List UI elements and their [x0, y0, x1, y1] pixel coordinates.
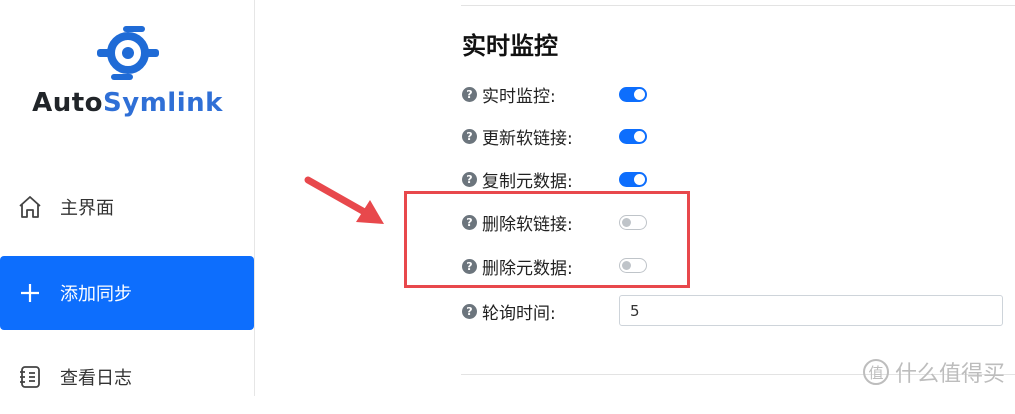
divider — [461, 5, 1015, 6]
section-title: 实时监控 — [462, 32, 558, 60]
copy-metadata-toggle[interactable] — [619, 172, 647, 187]
setting-label: 删除元数据: — [482, 258, 573, 279]
sidebar-item-add-sync[interactable]: 添加同步 — [0, 256, 254, 330]
log-icon — [16, 363, 44, 391]
sidebar: AutoSymlink 主界面 添加同步 查看日志 — [0, 0, 255, 396]
delete-metadata-toggle[interactable] — [619, 258, 647, 273]
delete-symlink-toggle[interactable] — [619, 215, 647, 230]
setting-row-delete-symlink: ? 删除软链接: — [462, 207, 573, 237]
sidebar-item-home[interactable]: 主界面 — [0, 170, 254, 244]
help-icon[interactable]: ? — [462, 171, 477, 187]
home-icon — [16, 193, 44, 221]
sidebar-item-logs[interactable]: 查看日志 — [0, 340, 254, 414]
app-logo: AutoSymlink — [0, 26, 255, 118]
realtime-monitor-toggle[interactable] — [619, 87, 647, 102]
setting-row-update-symlink: ? 更新软链接: — [462, 121, 573, 151]
setting-label: 删除软链接: — [482, 214, 573, 235]
help-icon[interactable]: ? — [462, 214, 477, 230]
help-icon[interactable]: ? — [462, 258, 477, 274]
sidebar-item-label: 查看日志 — [60, 368, 132, 389]
update-symlink-toggle[interactable] — [619, 129, 647, 144]
help-icon[interactable]: ? — [462, 86, 477, 102]
plus-icon — [16, 279, 44, 307]
setting-label: 复制元数据: — [482, 171, 573, 192]
sidebar-item-label: 添加同步 — [60, 284, 132, 305]
setting-row-realtime-monitor: ? 实时监控: — [462, 79, 556, 109]
watermark: 值 什么值得买 — [862, 356, 1005, 388]
poll-interval-input[interactable]: 5 — [619, 295, 1003, 326]
watermark-logo-icon: 值 — [862, 359, 889, 385]
setting-row-poll-interval: ? 轮询时间: — [462, 296, 556, 326]
setting-row-delete-metadata: ? 删除元数据: — [462, 251, 573, 281]
help-icon[interactable]: ? — [462, 303, 477, 319]
autosymlink-logo-icon — [96, 26, 159, 80]
app-name: AutoSymlink — [32, 88, 223, 118]
setting-label: 更新软链接: — [482, 128, 573, 149]
sidebar-item-label: 主界面 — [60, 198, 114, 219]
help-icon[interactable]: ? — [462, 128, 477, 144]
setting-row-copy-metadata: ? 复制元数据: — [462, 164, 573, 194]
red-arrow-icon — [304, 176, 384, 224]
setting-label: 轮询时间: — [482, 303, 556, 324]
watermark-text: 什么值得买 — [894, 362, 1005, 387]
setting-label: 实时监控: — [482, 86, 556, 107]
